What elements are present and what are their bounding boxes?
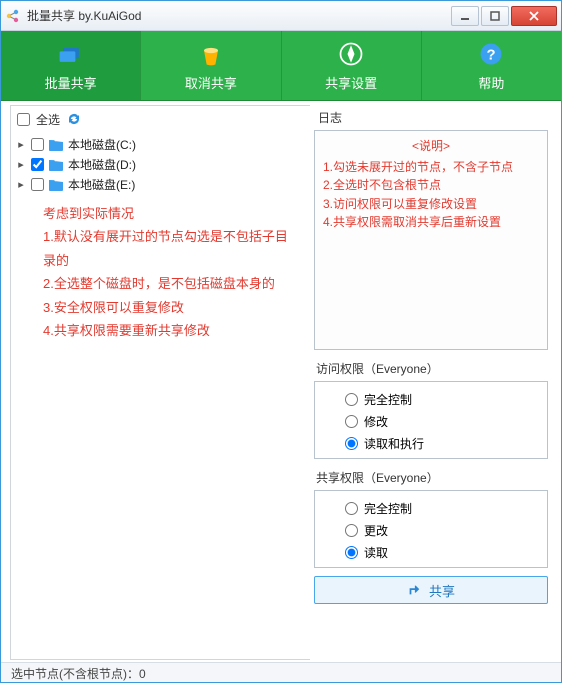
share-button-label: 共享 [429,581,455,600]
folder-icon [48,157,64,171]
app-window: 批量共享 by.KuAiGod 批量共享 取消共享 共享设置 ? [0,0,562,683]
access-option-modify[interactable]: 修改 [345,410,541,432]
radio[interactable] [345,415,358,428]
node-label: 本地磁盘(D:) [68,156,136,173]
tab-label: 帮助 [478,73,504,92]
tree-node-e[interactable]: ▸ 本地磁盘(E:) [15,174,306,194]
node-label: 本地磁盘(E:) [68,176,135,193]
node-checkbox[interactable] [31,138,44,151]
option-label: 读取和执行 [364,435,424,452]
select-all-checkbox[interactable] [17,113,30,126]
expand-icon[interactable]: ▸ [15,158,27,171]
radio[interactable] [345,393,358,406]
tab-cancel-share[interactable]: 取消共享 [141,31,281,100]
folder-icon [48,137,64,151]
tree-node-c[interactable]: ▸ 本地磁盘(C:) [15,134,306,154]
share-perm-group: 共享权限（Everyone） 完全控制 更改 读取 [314,465,548,568]
help-icon: ? [477,40,505,68]
expand-icon[interactable]: ▸ [15,138,27,151]
option-label: 读取 [364,544,388,561]
log-line: 1.勾选未展开过的节点，不含子节点 [323,158,539,177]
log-title: 日志 [310,105,552,130]
folders-icon [57,40,85,68]
share-title: 共享权限（Everyone） [314,465,548,490]
left-notes: 考虑到实际情况 1.默认没有展开过的节点勾选是不包括子目录的 2.全选整个磁盘时… [15,194,306,342]
share-button[interactable]: 共享 [314,576,548,604]
share-box: 完全控制 更改 读取 [314,490,548,568]
trash-icon [197,40,225,68]
drive-tree: ▸ 本地磁盘(C:) ▸ 本地磁盘(D:) ▸ 本地磁盘(E:) [11,132,310,659]
notes-title: 考虑到实际情况 [43,202,296,225]
node-checkbox[interactable] [31,158,44,171]
tab-batch-share[interactable]: 批量共享 [1,31,141,100]
body: 全选 ▸ 本地磁盘(C:) ▸ 本地磁盘(D:) [1,101,561,662]
option-label: 更改 [364,522,388,539]
maximize-button[interactable] [481,6,509,26]
tab-label: 取消共享 [185,73,237,92]
window-title: 批量共享 by.KuAiGod [27,7,449,24]
option-label: 完全控制 [364,500,412,517]
app-icon [5,8,21,24]
access-box: 完全控制 修改 读取和执行 [314,381,548,459]
statusbar: 选中节点(不含根节点)：0 [1,662,561,682]
access-title: 访问权限（Everyone） [314,356,548,381]
log-header: <说明> [323,137,539,156]
compass-icon [337,40,365,68]
notes-line: 3.安全权限可以重复修改 [43,296,296,319]
notes-line: 2.全选整个磁盘时，是不包括磁盘本身的 [43,272,296,295]
toolbar: 批量共享 取消共享 共享设置 ? 帮助 [1,31,561,101]
node-label: 本地磁盘(C:) [68,136,136,153]
expand-icon[interactable]: ▸ [15,178,27,191]
log-box: <说明> 1.勾选未展开过的节点，不含子节点 2.全选时不包含根节点 3.访问权… [314,130,548,350]
left-pane: 全选 ▸ 本地磁盘(C:) ▸ 本地磁盘(D:) [10,105,310,660]
tab-label: 批量共享 [45,73,97,92]
tab-help[interactable]: ? 帮助 [422,31,561,100]
radio[interactable] [345,524,358,537]
titlebar: 批量共享 by.KuAiGod [1,1,561,31]
tab-label: 共享设置 [325,73,377,92]
radio[interactable] [345,437,358,450]
select-all-label: 全选 [36,111,60,128]
radio[interactable] [345,546,358,559]
select-all-row: 全选 [11,106,310,132]
option-label: 完全控制 [364,391,412,408]
svg-text:?: ? [487,47,496,63]
access-option-readexec[interactable]: 读取和执行 [345,432,541,454]
folder-icon [48,177,64,191]
notes-line: 4.共享权限需要重新共享修改 [43,319,296,342]
log-line: 2.全选时不包含根节点 [323,176,539,195]
share-icon [407,583,421,597]
share-option-read[interactable]: 读取 [345,541,541,563]
access-perm-group: 访问权限（Everyone） 完全控制 修改 读取和执行 [314,356,548,459]
radio[interactable] [345,502,358,515]
log-line: 4.共享权限需取消共享后重新设置 [323,213,539,232]
option-label: 修改 [364,413,388,430]
access-option-full[interactable]: 完全控制 [345,388,541,410]
share-option-change[interactable]: 更改 [345,519,541,541]
refresh-button[interactable] [66,111,82,127]
notes-line: 1.默认没有展开过的节点勾选是不包括子目录的 [43,225,296,272]
log-line: 3.访问权限可以重复修改设置 [323,195,539,214]
tree-node-d[interactable]: ▸ 本地磁盘(D:) [15,154,306,174]
right-pane: 日志 <说明> 1.勾选未展开过的节点，不含子节点 2.全选时不包含根节点 3.… [310,105,552,660]
status-text: 选中节点(不含根节点)：0 [11,667,146,681]
tab-share-settings[interactable]: 共享设置 [282,31,422,100]
close-button[interactable] [511,6,557,26]
node-checkbox[interactable] [31,178,44,191]
minimize-button[interactable] [451,6,479,26]
share-option-full[interactable]: 完全控制 [345,497,541,519]
